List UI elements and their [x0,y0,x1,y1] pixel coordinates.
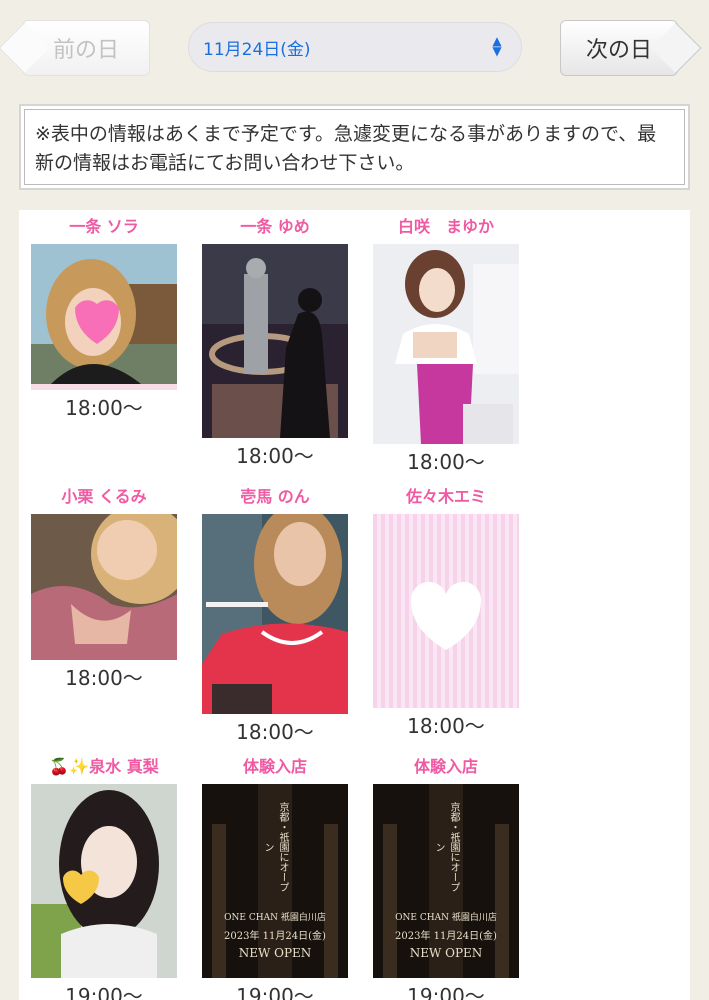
cast-name: 一条 ソラ [69,217,139,236]
cast-photo[interactable] [202,514,348,714]
poster-store-name: ONE CHAN 祇園白川店 [224,913,326,923]
cast-photo[interactable] [202,244,348,438]
cast-photo-poster[interactable]: 京都・祇園にオープン ONE CHAN 祇園白川店 2023年 11月24日(金… [373,784,519,978]
cast-name: 壱馬 のん [240,487,310,506]
date-select-value: 11月24日(金) [203,39,311,60]
cast-name: 体験入店 [242,757,307,776]
cast-start-time: 18:00〜 [236,444,314,468]
cast-card[interactable]: 🍒✨泉水 真梨 19:00〜 [31,756,177,1000]
cast-start-time: 19:00〜 [65,984,143,1000]
next-day-label: 次の日 [585,38,652,63]
cast-photo[interactable] [31,244,177,390]
poster-date: 2023年 11月24日(金) [224,931,326,942]
cast-name: 佐々木エミ [405,487,486,506]
cast-name-text: 泉水 真梨 [89,757,159,776]
cast-start-time: 18:00〜 [407,714,485,738]
cast-card[interactable]: 体験入店 京都・祇園にオープン ONE CHAN 祇園白川店 2023年 11月… [202,756,348,1000]
cast-photo-placeholder[interactable] [373,514,519,708]
cast-card[interactable]: 一条 ソラ 18:00〜 [31,216,177,421]
cast-photo-poster[interactable]: 京都・祇園にオープン ONE CHAN 祇園白川店 2023年 11月24日(金… [202,784,348,978]
cast-name: 小栗 くるみ [61,487,147,506]
poster-date: 2023年 11月24日(金) [395,931,497,942]
poster-tagline: 京都・祇園にオープン [433,802,459,892]
cast-name: 体験入店 [413,757,478,776]
cast-photo[interactable] [31,784,177,978]
cast-start-time: 18:00〜 [407,450,485,474]
cherry-sparkle-emoji: 🍒✨ [49,757,90,776]
prev-day-label: 前の日 [52,38,119,63]
poster-open: NEW OPEN [238,946,312,960]
date-select[interactable]: 11月24日(金) ▲ ▼ [188,22,522,72]
notice-text: ※表中の情報はあくまで予定です。急遽変更になる事がありますので、最新の情報はお電… [24,109,685,185]
left-arrow-icon [0,22,50,74]
cast-start-time: 18:00〜 [65,666,143,690]
date-navigation: 前の日 11月24日(金) ▲ ▼ 次の日 [0,0,709,90]
cast-card[interactable]: 体験入店 京都・祇園にオープン ONE CHAN 祇園白川店 2023年 11月… [373,756,519,1000]
poster-open: NEW OPEN [409,946,483,960]
cast-photo[interactable] [373,244,519,444]
poster-tagline: 京都・祇園にオープン [262,802,288,892]
right-arrow-icon [650,22,702,74]
prev-day-button[interactable]: 前の日 [0,20,150,76]
cast-card[interactable]: 一条 ゆめ 18:00〜 [202,216,348,469]
select-chevron-icon: ▲ ▼ [492,34,502,58]
poster-store-name: ONE CHAN 祇園白川店 [395,913,497,923]
cast-card[interactable]: 小栗 くるみ 18:00〜 [31,486,177,691]
cast-start-time: 18:00〜 [65,396,143,420]
cast-card[interactable]: 壱馬 のん 18:00〜 [202,486,348,745]
schedule-notice: ※表中の情報はあくまで予定です。急遽変更になる事がありますので、最新の情報はお電… [19,104,690,190]
cast-start-time: 19:00〜 [236,984,314,1000]
cast-card[interactable]: 白咲 まゆか 18:00〜 [373,216,519,475]
cast-card[interactable]: 佐々木エミ 18:00〜 [373,486,519,739]
cast-start-time: 19:00〜 [407,984,485,1000]
next-day-button[interactable]: 次の日 [560,20,702,76]
cast-name: 🍒✨泉水 真梨 [31,756,177,778]
cast-name: 一条 ゆめ [240,217,310,236]
cast-schedule-grid: 一条 ソラ 18:00〜 一条 ゆめ 18:00〜 白咲 まゆか 18:00〜 … [19,210,690,1000]
cast-name: 白咲 まゆか [397,217,494,236]
cast-start-time: 18:00〜 [236,720,314,744]
cast-photo[interactable] [31,514,177,660]
